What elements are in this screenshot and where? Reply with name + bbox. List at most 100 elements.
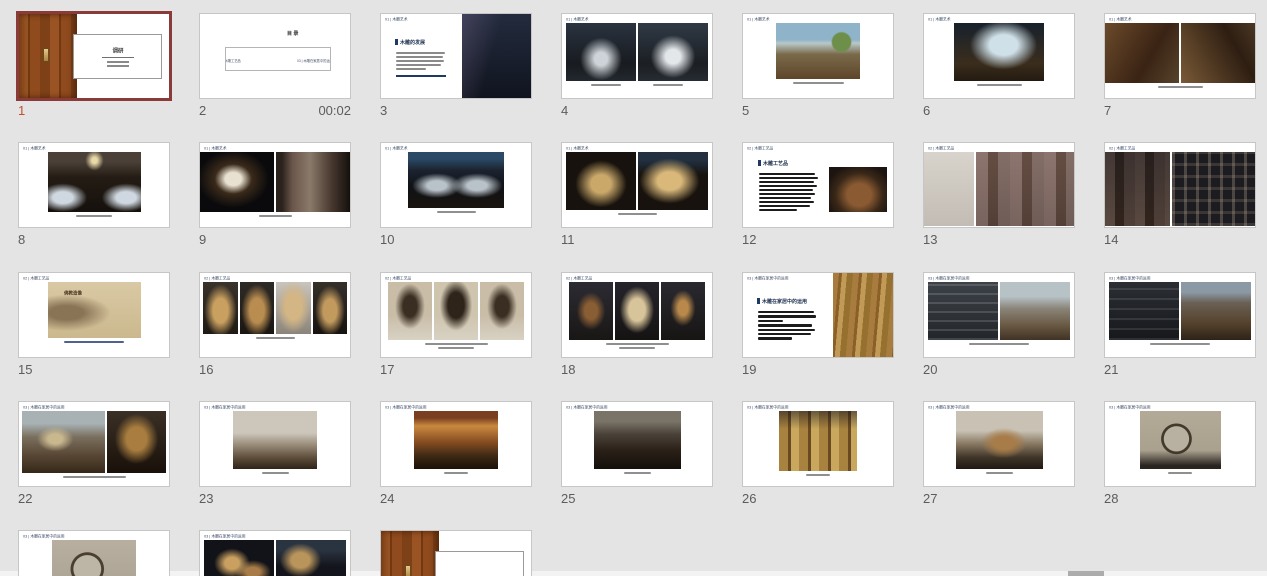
slide-photo (1172, 152, 1255, 226)
slide-number: 10 (380, 233, 394, 247)
slide-thumbnail[interactable]: 03 | 木雕在家居中的运用 (1104, 401, 1256, 487)
slide-photo (1181, 23, 1255, 83)
text-line (758, 333, 811, 335)
caption-line (1150, 343, 1210, 345)
slide-section-header: 02 | 木雕工艺品 (385, 274, 529, 282)
slide-thumbnail[interactable]: 03 | 木雕在家居中的运用 (199, 401, 351, 487)
slide-cell: 31 (380, 530, 532, 576)
slide-thumbnail[interactable]: 03 | 木雕在家居中的运用 (923, 401, 1075, 487)
caption-line (806, 474, 830, 476)
slide-thumbnail[interactable]: 01 | 木雕艺术 (199, 142, 351, 228)
slide-thumbnail[interactable]: 02 | 木雕工艺品 (561, 272, 713, 358)
slide-label-row: 13 (923, 233, 1075, 247)
slide-thumbnail[interactable]: 01 | 木雕艺术木雕的发展 (380, 13, 532, 99)
scrollbar-thumb[interactable] (1068, 571, 1104, 576)
slide-photo (203, 282, 238, 334)
slide-thumbnail[interactable]: 调研 (18, 13, 170, 99)
slide-photo (408, 152, 504, 208)
photo-row (924, 152, 1074, 226)
slide-thumbnail[interactable]: 02 | 木雕工艺品佛教造像 (18, 272, 170, 358)
slide-photo (1105, 152, 1170, 226)
slide-label-row: 25 (561, 492, 713, 506)
slide-thumbnail[interactable]: 01 | 木雕艺术 (561, 13, 713, 99)
slide-thumbnail[interactable]: 01 | 木雕艺术 (1104, 13, 1256, 99)
slide-photo (1000, 282, 1070, 340)
slide-thumbnail[interactable]: 目 录01 | 木雕艺术02 | 木雕工艺品03 | 木雕在家居中的运用 (199, 13, 351, 99)
slide-thumbnail[interactable]: 01 | 木雕艺术 (923, 13, 1075, 99)
slide-photo (566, 152, 636, 210)
body-text-lines (758, 311, 821, 340)
slide-section-header: 03 | 木雕在家居中的运用 (747, 403, 891, 411)
photo-row (200, 411, 350, 469)
slide-timing: 00:02 (318, 104, 351, 118)
photo-row (928, 282, 1070, 340)
slide-number: 28 (1104, 492, 1118, 506)
slide-thumbnail[interactable]: 03 | 木雕在家居中的运用木雕在家居中的运用 (742, 272, 894, 358)
slide-thumbnail[interactable]: 02 | 木雕工艺品 (380, 272, 532, 358)
photo-captions (924, 343, 1074, 345)
photo-row (381, 411, 531, 469)
slide-photo (1181, 282, 1251, 340)
slide-number: 12 (742, 233, 756, 247)
toc-item[interactable]: 03 | 木雕在家居中的运用 (297, 57, 331, 62)
slide-photo (661, 282, 705, 340)
slide-cell: 03 | 木雕在家居中的运用27 (923, 401, 1075, 506)
slide-thumbnail[interactable]: 03 | 木雕在家居中的运用 (923, 272, 1075, 358)
slide-photo (956, 411, 1043, 469)
slide-thumbnail[interactable]: 02 | 木雕工艺品 (199, 272, 351, 358)
slide-thumbnail[interactable]: 03 | 木雕在家居中的运用 (742, 401, 894, 487)
slide-photo (829, 167, 887, 212)
slide-thumbnail[interactable]: 02 | 木雕工艺品木雕工艺品 (742, 142, 894, 228)
door-photo (19, 14, 77, 98)
slide-label-row: 15 (18, 363, 170, 377)
slide-thumbnail[interactable]: 03 | 木雕在家居中的运用 (1104, 272, 1256, 358)
caption-line (425, 343, 488, 345)
slide-cell: 02 | 木雕工艺品 13 (923, 142, 1075, 247)
slide-thumbnail[interactable]: 03 | 木雕在家居中的运用 (18, 530, 170, 576)
slide-thumbnail[interactable]: 01 | 木雕艺术 (18, 142, 170, 228)
photo-captions (19, 341, 169, 343)
slide-section-header: 02 | 木雕工艺品 (566, 274, 710, 282)
slide-number: 19 (742, 363, 756, 377)
photo-captions (200, 337, 350, 339)
slide-photo (566, 23, 636, 81)
slide-label-row: 24 (380, 492, 532, 506)
slide-thumbnail[interactable]: 01 | 木雕艺术 (742, 13, 894, 99)
slide-thumbnail[interactable]: 03 | 木雕在家居中的运用 (380, 401, 532, 487)
slide-thumbnail[interactable]: 01 | 木雕艺术 (380, 142, 532, 228)
slide-thumbnail[interactable]: 03 | 木雕在家居中的运用 (18, 401, 170, 487)
photo-captions (200, 215, 350, 217)
door-photo (381, 531, 439, 576)
slide-cell: 01 | 木雕艺术4 (561, 13, 713, 118)
slide-photo (414, 411, 498, 469)
slide-section-header-text: 03 | 木雕在家居中的运用 (928, 404, 970, 410)
slide-cell: 01 | 木雕艺术6 (923, 13, 1075, 118)
slide-thumbnail[interactable]: 03 | 木雕在家居中的运用 (199, 530, 351, 576)
photo-row (566, 152, 708, 210)
slide-photo (52, 540, 136, 576)
photo-row (203, 282, 347, 334)
slide-thumbnail[interactable]: 03 | 木雕在家居中的运用 (561, 401, 713, 487)
slide-photo (240, 282, 275, 334)
text-line (759, 177, 818, 179)
slide-number: 23 (199, 492, 213, 506)
slide-photo (638, 152, 708, 210)
slide-label-row: 23 (199, 492, 351, 506)
slide-section-header: 01 | 木雕艺术 (566, 15, 710, 23)
slide-thumbnail[interactable]: 02 | 木雕工艺品 (923, 142, 1075, 228)
slide-thumbnail[interactable]: 02 | 木雕工艺品 (1104, 142, 1256, 228)
slide-thumbnail[interactable] (380, 530, 532, 576)
slide-thumbnail[interactable]: 01 | 木雕艺术 (561, 142, 713, 228)
slide-section-header-text: 03 | 木雕在家居中的运用 (747, 404, 789, 410)
slide-section-header: 03 | 木雕在家居中的运用 (566, 403, 710, 411)
text-line (759, 173, 815, 175)
text-line (759, 201, 814, 203)
divider-line (102, 57, 134, 58)
toc-item[interactable]: 02 | 木雕工艺品 (225, 57, 288, 62)
text-line (396, 60, 444, 62)
horizontal-scrollbar[interactable] (0, 571, 1267, 576)
slide-number: 2 (199, 104, 206, 118)
slide-number: 14 (1104, 233, 1118, 247)
slide-number: 21 (1104, 363, 1118, 377)
slide-cell: 03 | 木雕在家居中的运用22 (18, 401, 170, 506)
